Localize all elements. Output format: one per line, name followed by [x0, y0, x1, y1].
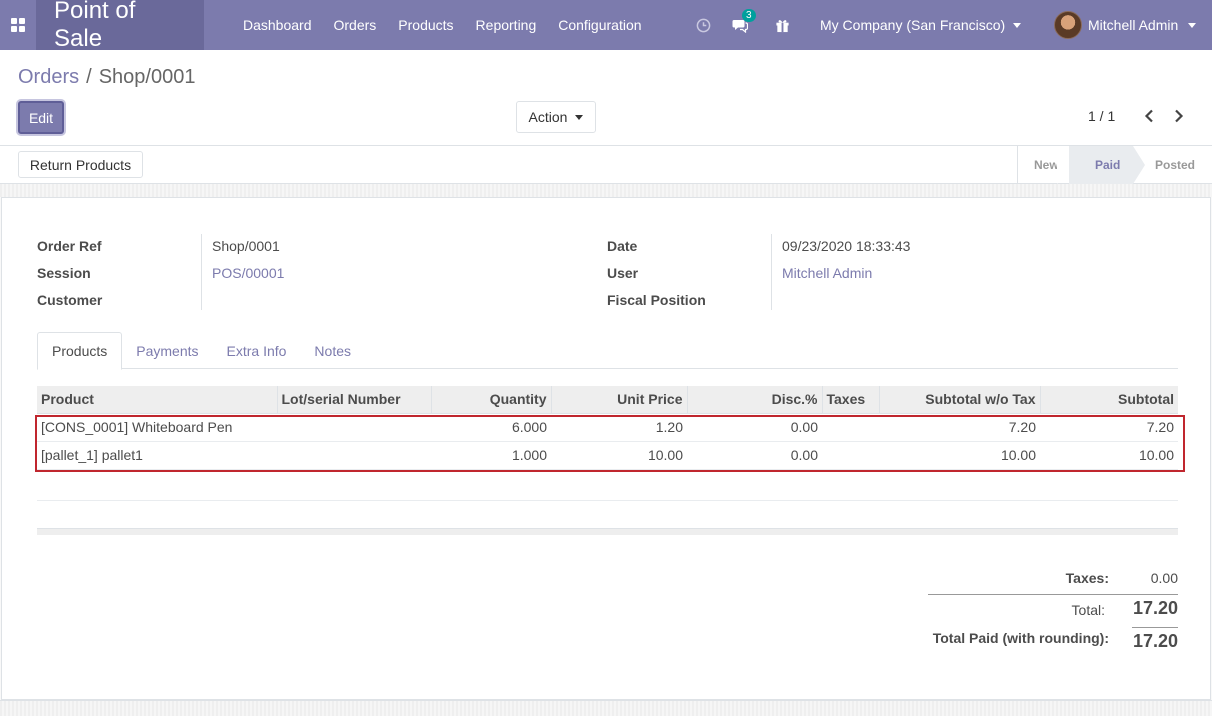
cell-lot: [277, 441, 431, 470]
date-label: Date: [607, 238, 638, 254]
col-product[interactable]: Product: [37, 386, 278, 414]
cell-unit-price: 1.20: [551, 413, 687, 442]
cell-taxes: [822, 413, 879, 442]
cell-taxes: [822, 441, 879, 470]
user-menu[interactable]: Mitchell Admin: [1054, 0, 1197, 50]
return-products-button[interactable]: Return Products: [18, 151, 143, 178]
chat-icon[interactable]: 3: [729, 9, 756, 36]
company-switcher[interactable]: My Company (San Francisco): [820, 0, 1022, 50]
cell-subtotal: 7.20: [1040, 413, 1178, 442]
pager-value: 1 / 1: [1088, 108, 1116, 124]
avatar: [1054, 11, 1082, 39]
sheet-background: [0, 700, 1212, 716]
cell-unit-price: 10.00: [551, 441, 687, 470]
col-subtotal-wo-tax[interactable]: Subtotal w/o Tax: [879, 386, 1041, 414]
fiscal-position-label: Fiscal Position: [607, 292, 706, 308]
table-footer: [37, 528, 1178, 535]
table-row[interactable]: [pallet_1] pallet1 1.000 10.00 0.00 10.0…: [37, 441, 1178, 470]
divider: [201, 234, 202, 310]
control-panel: Orders / Shop/0001 Edit Action 1 / 1: [0, 50, 1212, 146]
sheet-background: [0, 184, 1212, 197]
order-lines-table: Product Lot/serial Number Quantity Unit …: [37, 386, 1178, 470]
cell-product: [pallet_1] pallet1: [37, 441, 277, 470]
col-quantity[interactable]: Quantity: [431, 386, 552, 414]
chat-badge: 3: [742, 9, 756, 22]
tab-extra-info[interactable]: Extra Info: [213, 332, 301, 369]
cell-subtotal: 10.00: [1040, 441, 1178, 470]
user-name: Mitchell Admin: [1088, 17, 1179, 33]
menu-configuration[interactable]: Configuration: [558, 17, 641, 33]
menu-reporting[interactable]: Reporting: [476, 17, 537, 33]
gift-icon[interactable]: [771, 14, 793, 36]
cell-discount: 0.00: [687, 413, 822, 442]
taxes-value: 0.00: [1150, 570, 1178, 586]
menu-products[interactable]: Products: [398, 17, 453, 33]
form-sheet: Order Ref Shop/0001 Session POS/00001 Cu…: [1, 197, 1211, 700]
user-link[interactable]: Mitchell Admin: [782, 265, 872, 281]
col-taxes[interactable]: Taxes: [822, 386, 880, 414]
edit-button[interactable]: Edit: [18, 101, 64, 134]
cell-quantity: 1.000: [431, 441, 551, 470]
action-label: Action: [528, 109, 568, 125]
session-link[interactable]: POS/00001: [212, 265, 284, 281]
totals-divider: [1132, 627, 1178, 628]
empty-table-row: [37, 473, 1178, 501]
apps-menu-icon[interactable]: [0, 0, 36, 50]
cell-lot: [277, 413, 431, 442]
order-ref-value: Shop/0001: [212, 238, 280, 254]
taxes-label: Taxes:: [1065, 570, 1109, 586]
col-unit-price[interactable]: Unit Price: [551, 386, 688, 414]
total-label: Total:: [1071, 602, 1105, 618]
customer-label: Customer: [37, 292, 103, 308]
chevron-down-icon: [1188, 22, 1197, 28]
col-subtotal[interactable]: Subtotal: [1040, 386, 1178, 414]
menu-dashboard[interactable]: Dashboard: [243, 17, 312, 33]
cell-subtotal-wo-tax: 10.00: [879, 441, 1040, 470]
form-statusbar: Return Products New Paid Posted: [0, 146, 1212, 184]
company-name: My Company (San Francisco): [820, 17, 1006, 33]
activity-clock-icon[interactable]: [692, 14, 714, 36]
status-stages: New Paid Posted: [1017, 146, 1211, 184]
stage-posted[interactable]: Posted: [1133, 146, 1211, 184]
total-paid-value: 17.20: [1132, 631, 1178, 651]
table-row[interactable]: [CONS_0001] Whiteboard Pen 6.000 1.20 0.…: [37, 413, 1178, 442]
breadcrumb: Orders / Shop/0001: [18, 66, 195, 89]
stage-paid[interactable]: Paid: [1069, 146, 1145, 184]
breadcrumb-current: Shop/0001: [98, 66, 196, 88]
breadcrumb-separator: /: [86, 66, 92, 88]
col-discount[interactable]: Disc.%: [687, 386, 823, 414]
tab-notes[interactable]: Notes: [300, 332, 365, 369]
top-navbar: Point of Sale Dashboard Orders Products …: [0, 0, 1212, 52]
col-lot-serial[interactable]: Lot/serial Number: [277, 386, 432, 414]
menu-orders[interactable]: Orders: [334, 17, 377, 33]
pager-previous-icon[interactable]: [1139, 106, 1159, 126]
table-header-row: Product Lot/serial Number Quantity Unit …: [37, 386, 1178, 414]
order-ref-label: Order Ref: [37, 238, 102, 254]
cell-product: [CONS_0001] Whiteboard Pen: [37, 413, 277, 442]
session-label: Session: [37, 265, 91, 281]
tab-products[interactable]: Products: [37, 332, 123, 370]
tab-payments[interactable]: Payments: [122, 332, 212, 369]
pager-next-icon[interactable]: [1169, 106, 1189, 126]
totals-divider: [928, 594, 1178, 595]
user-label: User: [607, 265, 639, 281]
divider: [771, 234, 772, 310]
stage-new[interactable]: New: [1017, 146, 1069, 184]
chevron-down-icon: [1013, 22, 1022, 28]
cell-discount: 0.00: [687, 441, 822, 470]
app-title[interactable]: Point of Sale: [36, 0, 204, 52]
main-menu: Dashboard Orders Products Reporting Conf…: [243, 17, 664, 33]
notebook-tabs: Products Payments Extra Info Notes: [37, 332, 1178, 370]
total-value: 17.20: [1132, 598, 1178, 618]
breadcrumb-orders[interactable]: Orders: [18, 66, 79, 89]
cell-subtotal-wo-tax: 7.20: [879, 413, 1040, 442]
cell-quantity: 6.000: [431, 413, 551, 442]
total-paid-label: Total Paid (with rounding):: [932, 630, 1109, 646]
action-dropdown[interactable]: Action: [516, 101, 596, 133]
systray: 3: [692, 0, 793, 50]
date-value: 09/23/2020 18:33:43: [782, 238, 911, 254]
chevron-down-icon: [575, 114, 584, 120]
